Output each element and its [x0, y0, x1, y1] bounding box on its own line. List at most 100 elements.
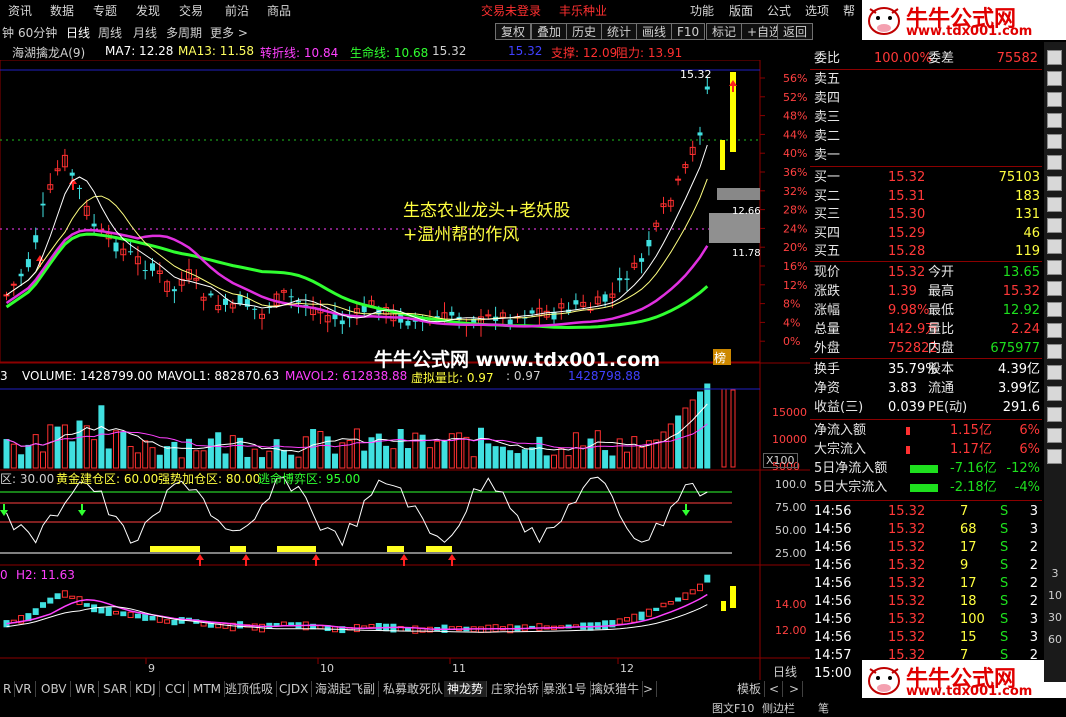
- indicator-tabs: R VR OBV WR SAR KDJ CCI MTM 逃顶低吸 CJDX 海湖起飞副 私募敢死队 神龙…: [0, 680, 804, 698]
- up-icon[interactable]: [1047, 71, 1062, 86]
- indicator-tab[interactable]: 私募敢死队: [380, 681, 448, 697]
- menu-item-data[interactable]: 数据: [50, 2, 74, 19]
- ratio-icon[interactable]: [1047, 323, 1062, 338]
- indicator-tab[interactable]: WR: [72, 681, 100, 697]
- f10-link[interactable]: 图文F10: [712, 700, 754, 716]
- stat-value: 9.98%: [888, 303, 930, 318]
- chart-icon[interactable]: [1047, 50, 1062, 65]
- grid-icon[interactable]: [1047, 92, 1062, 107]
- indicator-tab[interactable]: 逃顶低吸: [222, 681, 278, 697]
- menu-item-formula[interactable]: 公式: [767, 2, 791, 19]
- indicator-tab[interactable]: 神龙势: [444, 681, 488, 697]
- menu-item-options[interactable]: 选项: [805, 2, 829, 19]
- indicator-tab[interactable]: SAR: [100, 681, 132, 697]
- menu-item-function[interactable]: 功能: [690, 2, 714, 19]
- period-number[interactable]: 10: [1046, 589, 1064, 602]
- quote-row: 买一 15.32 75103: [810, 169, 1042, 187]
- history-button[interactable]: 历史: [566, 23, 603, 40]
- chart2-icon[interactable]: [1047, 302, 1062, 317]
- indicator-tab[interactable]: 海湖起飞副: [312, 681, 380, 697]
- tick-count: 2: [1029, 576, 1038, 591]
- indicator-tab[interactable]: 暴涨1号: [540, 681, 591, 697]
- sell-icon[interactable]: [1047, 386, 1062, 401]
- buy-arrow-icon: [400, 554, 408, 566]
- indicator-tab[interactable]: OBV: [38, 681, 71, 697]
- tab-scroll-right[interactable]: >: [786, 681, 804, 697]
- volume-value: 1428798.88: [568, 369, 641, 383]
- candle-body-down: [602, 294, 608, 302]
- tab-minute[interactable]: 钟: [2, 24, 14, 41]
- f5-icon[interactable]: [1047, 428, 1062, 443]
- move-icon[interactable]: [1047, 407, 1062, 422]
- sell-level-label: 卖三: [814, 110, 841, 125]
- tab-weekly[interactable]: 周线: [98, 24, 122, 41]
- tab-monthly[interactable]: 月线: [133, 24, 157, 41]
- template-button[interactable]: 模板: [734, 681, 766, 697]
- volume-bar: [572, 432, 579, 469]
- sum-icon[interactable]: [1047, 281, 1062, 296]
- list-icon[interactable]: [1047, 155, 1062, 170]
- tick-count: 3: [1029, 630, 1038, 645]
- buy-icon[interactable]: [1047, 365, 1062, 380]
- period-number[interactable]: 60: [1046, 633, 1064, 646]
- f10-icon[interactable]: [1047, 239, 1062, 254]
- stats-button[interactable]: 统计: [601, 23, 638, 40]
- tab-60min[interactable]: 60分钟: [18, 24, 57, 41]
- stat-label: 收益(三): [814, 400, 864, 415]
- adjust-button[interactable]: 复权: [495, 23, 532, 40]
- volume-bar: [660, 431, 667, 469]
- price-axis-tick: 48%: [783, 110, 807, 123]
- tab-more[interactable]: 更多 >: [210, 24, 248, 41]
- indicator-tab[interactable]: 擒妖猎牛: [588, 681, 644, 697]
- menu-item-commodity[interactable]: 商品: [267, 2, 291, 19]
- fiz-icon[interactable]: [1047, 260, 1062, 275]
- indicator-name[interactable]: 海湖擒龙A(9): [12, 44, 85, 61]
- stat-label: 股本: [928, 362, 955, 377]
- quote-panel: 委比 100.00% 委差 75582 卖五 卖四 卖三 卖二 卖一 买一 15.32 75…: [810, 42, 1042, 682]
- menu-item-topics[interactable]: 专题: [93, 2, 117, 19]
- indicator-tab[interactable]: KDJ: [132, 681, 160, 697]
- doc-icon[interactable]: [1047, 197, 1062, 212]
- indicator-tab[interactable]: CJDX: [276, 681, 313, 697]
- indicator-axis-tick: 75.00: [775, 501, 807, 514]
- overlay-button[interactable]: 叠加: [531, 23, 568, 40]
- table-icon[interactable]: [1047, 113, 1062, 128]
- sidebar-toggle[interactable]: 侧边栏: [762, 700, 795, 716]
- lower-candle: [83, 603, 90, 607]
- trade-status[interactable]: 交易未登录: [481, 2, 541, 19]
- menu-item-trade[interactable]: 交易: [179, 2, 203, 19]
- tab-multi-period[interactable]: 多周期: [166, 24, 202, 41]
- period-number[interactable]: 3: [1046, 567, 1064, 580]
- lower-candle: [40, 602, 46, 608]
- back-button[interactable]: 返回: [777, 23, 814, 40]
- lot-icon[interactable]: [1047, 218, 1062, 233]
- period-number[interactable]: 30: [1046, 611, 1064, 624]
- quote-row: 涨跌 1.39 最高 15.32: [810, 283, 1042, 301]
- indicator-tab[interactable]: >: [640, 681, 658, 697]
- quote-row: 现价 15.32 今开 13.65: [810, 264, 1042, 282]
- indicator-tab[interactable]: 庄家抬轿: [488, 681, 544, 697]
- menu-item-discover[interactable]: 发现: [136, 2, 160, 19]
- indicator-tab[interactable]: MTM: [190, 681, 226, 697]
- candle-body-down: [77, 187, 82, 189]
- menu-item-frontier[interactable]: 前沿: [225, 2, 249, 19]
- stat-value: 4.39亿: [998, 362, 1040, 377]
- quote-row: 涨幅 9.98% 最低 12.92: [810, 302, 1042, 320]
- menu-item-help[interactable]: 帮: [843, 2, 855, 19]
- draw-line-button[interactable]: 画线: [636, 23, 673, 40]
- split-icon[interactable]: [1047, 449, 1062, 464]
- rank-icon[interactable]: [1047, 134, 1062, 149]
- mark-button[interactable]: 标记: [706, 23, 743, 40]
- pen-tool[interactable]: 笔: [818, 700, 829, 716]
- tab-daily[interactable]: 日线: [66, 24, 90, 41]
- tab-scroll-left[interactable]: <: [766, 681, 784, 697]
- candle-body-down: [25, 259, 31, 268]
- f10-button[interactable]: F10: [671, 23, 706, 40]
- refresh-icon[interactable]: [1047, 344, 1062, 359]
- menu-item-news[interactable]: 资讯: [8, 2, 32, 19]
- tick-side: S: [1000, 504, 1009, 519]
- indicator-tab[interactable]: CCI: [162, 681, 190, 697]
- menu-item-layout[interactable]: 版面: [729, 2, 753, 19]
- trend-icon[interactable]: [1047, 176, 1062, 191]
- indicator-tab[interactable]: VR: [12, 681, 36, 697]
